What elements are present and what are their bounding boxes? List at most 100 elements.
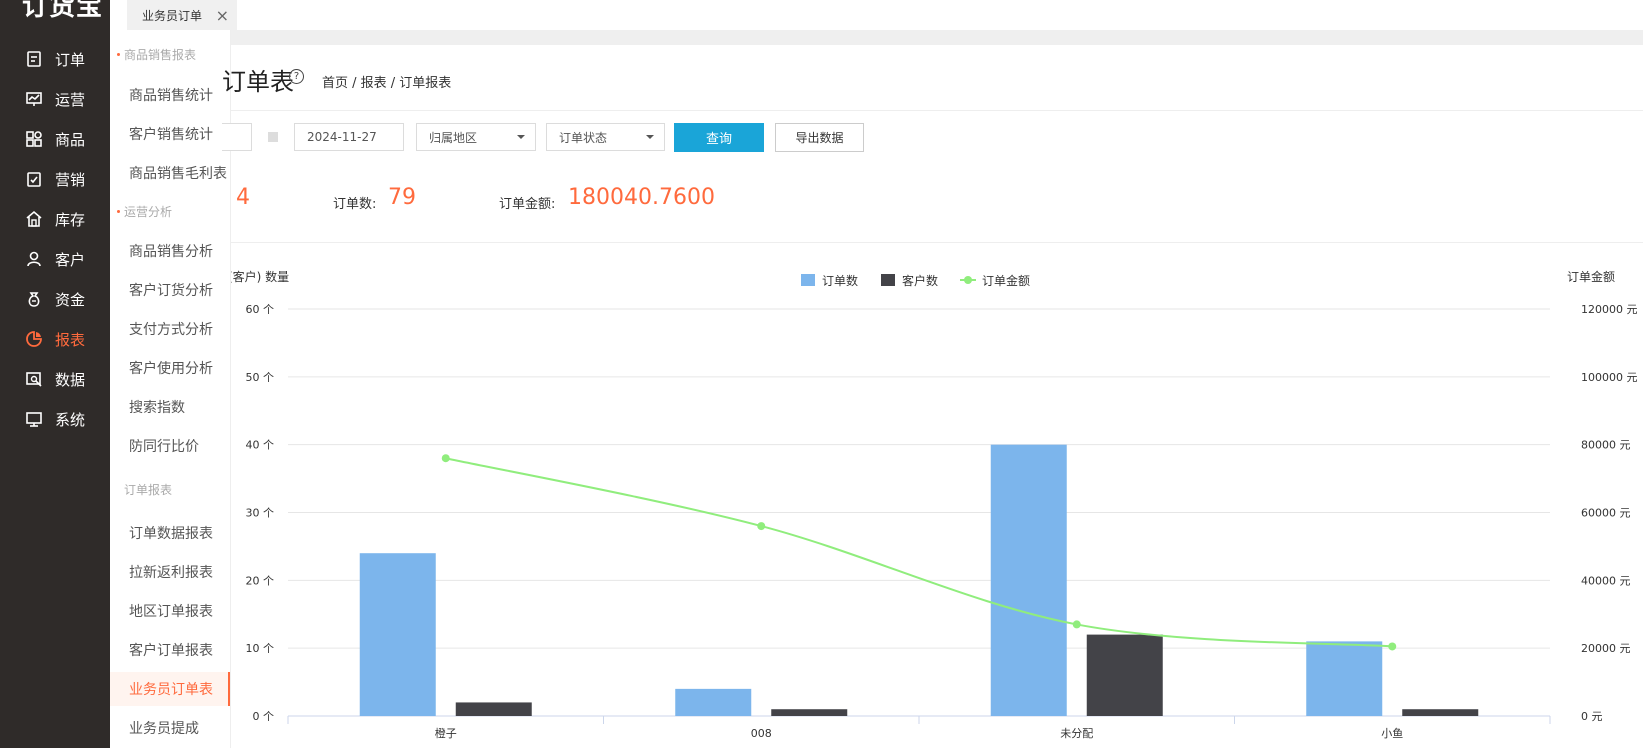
amount-point <box>441 454 450 463</box>
start-date-input[interactable] <box>222 123 252 151</box>
operations-icon <box>25 90 43 108</box>
bar-customers <box>1402 709 1479 716</box>
money-bag-icon <box>25 290 43 308</box>
stat-first-value: 4 <box>236 185 250 210</box>
y-right-tick-label: 60000 元 <box>1581 507 1631 520</box>
y-right-tick-label: 40000 元 <box>1581 574 1631 587</box>
bullet-icon <box>117 209 120 213</box>
submenu-item[interactable]: 客户订货分析 <box>110 273 230 307</box>
nav-item-label: 报表 <box>55 330 86 349</box>
nav-item-9[interactable]: 数据 <box>0 362 110 396</box>
chevron-down-icon <box>517 135 525 139</box>
x-tick-label: 未分配 <box>1060 727 1093 740</box>
legend-label-customers: 客户数 <box>902 273 938 288</box>
calendar-icon[interactable] <box>252 123 294 151</box>
help-icon[interactable]: ? <box>289 69 304 84</box>
nav-item-label: 营销 <box>55 170 86 189</box>
order-icon <box>25 50 43 68</box>
order-count-value: 79 <box>388 185 416 210</box>
nav-item-label: 库存 <box>55 210 86 229</box>
x-tick-label: 008 <box>751 727 772 740</box>
submenu-item[interactable]: 客户销售统计 <box>110 117 230 151</box>
nav-item-label: 数据 <box>55 370 86 389</box>
nav-item-7[interactable]: 资金 <box>0 282 110 316</box>
submenu-item[interactable]: 客户使用分析 <box>110 351 230 385</box>
bullet-icon <box>117 52 120 56</box>
pie-chart-icon <box>25 330 43 348</box>
nav-item-label: 订单 <box>55 50 86 69</box>
order-chart: 0 个 10 个 20 个 30 个 40 个 50 个 60 个 0 元 20000 元 400… <box>228 269 1638 740</box>
nav-item-3[interactable]: 商品 <box>0 122 110 156</box>
y-right-tick-label: 20000 元 <box>1581 642 1631 655</box>
data-icon <box>25 370 43 388</box>
y-right-axis-title: 订单金额 <box>1567 269 1615 284</box>
submenu-item[interactable]: 客户订单报表 <box>110 633 230 667</box>
legend-swatch-amount-dot <box>964 276 972 284</box>
export-button[interactable]: 导出数据 <box>775 123 864 152</box>
submenu-item[interactable]: 业务员订单表 <box>110 672 230 706</box>
nav-item-2[interactable]: 运营 <box>0 82 110 116</box>
submenu-group-label: 订单报表 <box>124 482 173 497</box>
bar-orders <box>675 688 752 716</box>
page-title: 订单表 <box>222 68 294 96</box>
tab-label: 业务员订单 <box>142 8 203 23</box>
nav-item-8[interactable]: 报表 <box>0 322 110 356</box>
nav-item-6[interactable]: 客户 <box>0 242 110 276</box>
submenu-item[interactable]: 商品销售毛利表 <box>110 156 230 190</box>
nav-item-1[interactable]: 订单 <box>0 42 110 76</box>
y-left-tick-label: 0 个 <box>253 710 275 723</box>
marketing-icon <box>25 170 43 188</box>
end-date-input[interactable]: 2024-11-27 <box>294 123 404 151</box>
y-left-tick-label: 30 个 <box>246 507 275 520</box>
content-top-band <box>230 30 1643 45</box>
divider <box>230 110 1643 111</box>
submenu-group-label: 商品销售报表 <box>124 47 197 62</box>
close-icon[interactable]: × <box>216 6 229 25</box>
region-select[interactable]: 归属地区 <box>416 123 536 151</box>
submenu-item[interactable]: 商品销售统计 <box>110 78 230 112</box>
x-tick-label: 橙子 <box>435 726 457 740</box>
y-left-tick-label: 40 个 <box>246 439 275 452</box>
submenu-group-title: 商品销售报表 <box>110 43 230 65</box>
customer-icon <box>25 250 43 268</box>
submenu-item[interactable]: 业务员提成 <box>110 711 230 745</box>
amount-point <box>1388 642 1397 651</box>
region-select-label: 归属地区 <box>429 130 478 145</box>
submenu-item[interactable]: 防同行比价 <box>110 429 230 463</box>
app-logo: 订货宝 <box>22 0 104 22</box>
main-nav: 订货宝 订单运营商品营销库存客户资金报表数据系统 <box>0 0 110 748</box>
submenu-item[interactable]: 地区订单报表 <box>110 594 230 628</box>
y-left-tick-label: 20 个 <box>246 574 275 587</box>
products-icon <box>25 130 43 148</box>
submenu-item[interactable]: 支付方式分析 <box>110 312 230 346</box>
legend-swatch-orders <box>801 274 815 286</box>
breadcrumb: 首页 / 报表 / 订单报表 <box>322 76 452 91</box>
nav-item-5[interactable]: 库存 <box>0 202 110 236</box>
y-right-tick-label: 80000 元 <box>1581 439 1631 452</box>
nav-item-4[interactable]: 营销 <box>0 162 110 196</box>
query-button[interactable]: 查询 <box>674 123 764 152</box>
submenu-group-title: 订单报表 <box>110 478 230 500</box>
chart-legend: 订单数 客户数 订单金额 <box>801 273 1030 288</box>
status-select-label: 订单状态 <box>559 130 608 145</box>
status-select[interactable]: 订单状态 <box>546 123 665 151</box>
legend-swatch-customers <box>881 274 895 286</box>
nav-item-10[interactable]: 系统 <box>0 402 110 436</box>
divider <box>230 242 1643 243</box>
submenu-item[interactable]: 拉新返利报表 <box>110 555 230 589</box>
tab-salesman-orders[interactable]: 业务员订单 × <box>127 0 237 30</box>
bar-orders <box>1306 641 1383 716</box>
bar-customers <box>455 702 532 716</box>
submenu-item[interactable]: 订单数据报表 <box>110 516 230 550</box>
submenu-item[interactable]: 商品销售分析 <box>110 234 230 268</box>
tab-bar: 业务员订单 × <box>110 0 1643 30</box>
nav-item-label: 系统 <box>55 410 86 429</box>
amount-line <box>445 457 1393 648</box>
x-tick-label: 小鱼 <box>1381 726 1403 740</box>
y-right-tick-label: 100000 元 <box>1581 371 1638 384</box>
y-left-tick-label: 10 个 <box>246 642 275 655</box>
submenu-item[interactable]: 搜索指数 <box>110 390 230 424</box>
y-right-tick-label: 120000 元 <box>1581 303 1638 316</box>
order-count-label: 订单数: <box>333 197 377 212</box>
submenu-group-title: 运营分析 <box>110 200 230 222</box>
